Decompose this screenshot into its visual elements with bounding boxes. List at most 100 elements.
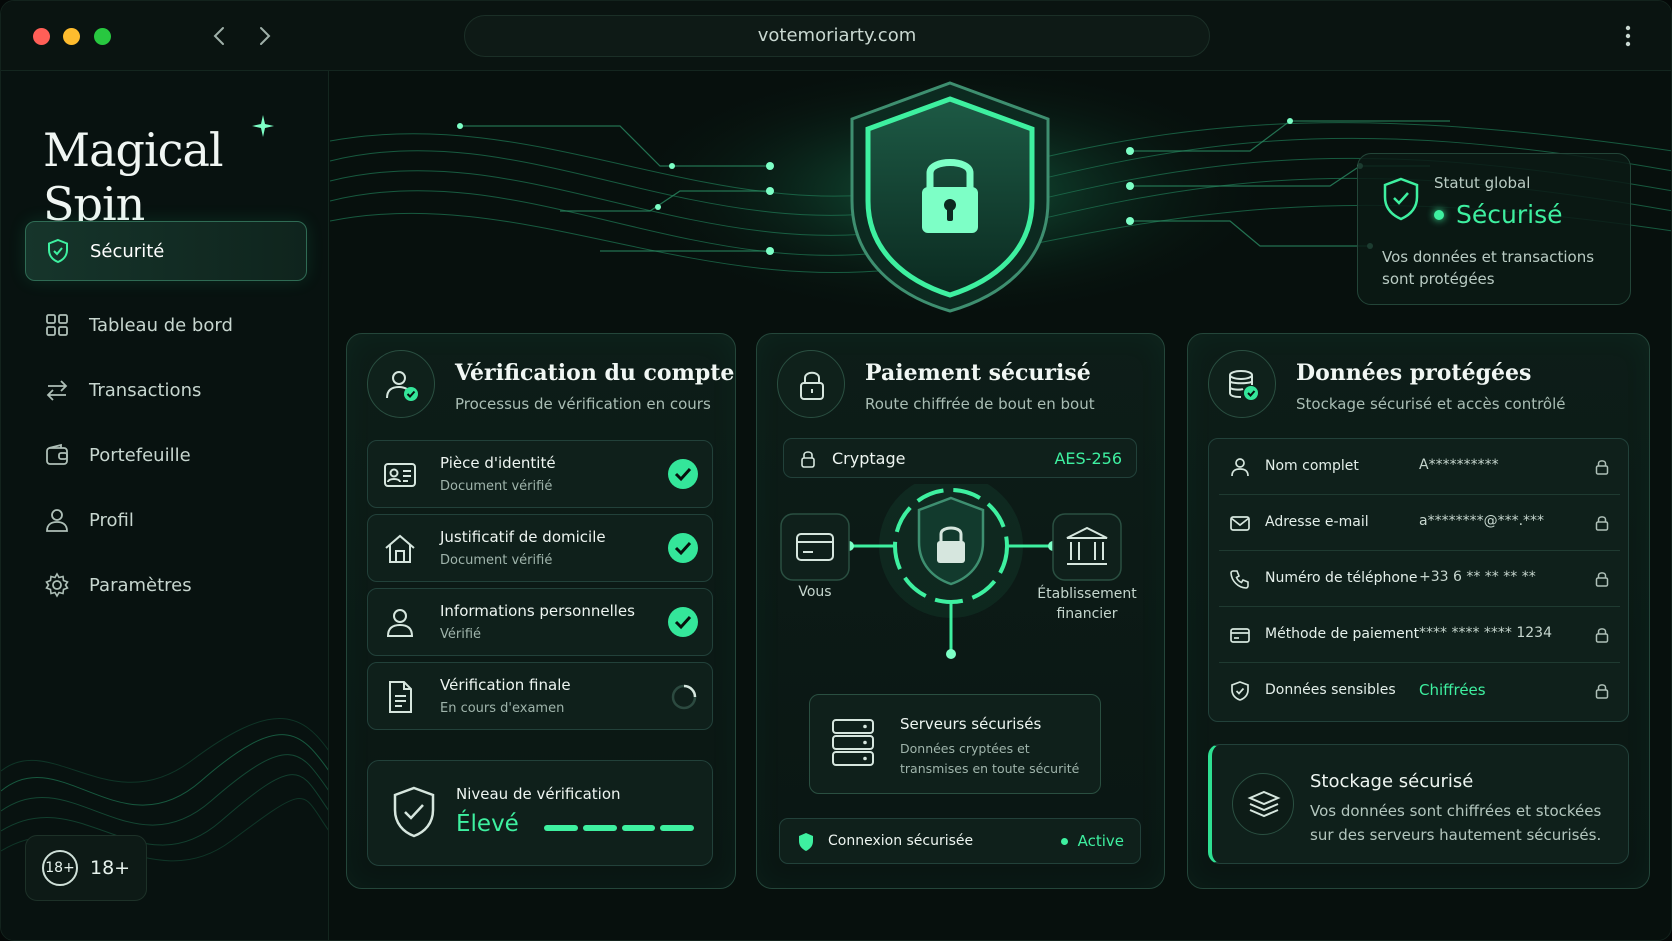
lock-icon [1595,572,1609,587]
mail-icon [1229,512,1251,534]
level-segment [582,825,617,831]
verification-row-address[interactable]: Justificatif de domicile Document vérifi… [367,514,713,582]
card-title: Vérification du compte [455,360,735,386]
protected-data-table: Nom complet A********** Adresse e-mail a… [1208,438,1629,722]
arrows-icon [43,376,71,404]
flow-label-bank: Établissement financier [1023,584,1151,624]
sidebar-item-parametres[interactable]: Paramètres [25,555,307,615]
data-row-sensitive: Données sensibles Chiffrées [1219,663,1620,719]
card-subtitle: Route chiffrée de bout en bout [865,395,1095,413]
row-title: Justificatif de domicile [440,528,606,546]
shield-icon [799,833,813,851]
encryption-label: Cryptage [832,449,906,468]
data-row-payment-method: Méthode de paiement **** **** **** 1234 [1219,607,1620,663]
sidebar-item-securite[interactable]: Sécurité [25,221,307,281]
lock-icon [1595,684,1609,699]
grid-icon [43,311,71,339]
minimize-window-button[interactable] [63,28,80,45]
database-icon [1208,350,1276,418]
home-icon [382,531,418,567]
browser-window: votemoriarty.com Magical Spin Sécurité T… [0,0,1672,941]
storage-title: Stockage sécurisé [1310,771,1474,792]
sidebar-item-tableau-de-bord[interactable]: Tableau de bord [25,295,307,355]
shield-check-icon [1383,177,1419,221]
verification-row-identity[interactable]: Pièce d'identité Document vérifié [367,440,713,508]
card-title: Données protégées [1296,360,1532,386]
user-icon [43,506,71,534]
row-status: En cours d'examen [440,701,565,716]
close-window-button[interactable] [33,28,50,45]
sidebar-item-label: Portefeuille [89,444,191,466]
address-bar[interactable]: votemoriarty.com [464,15,1210,57]
card-icon [1229,624,1251,646]
sidebar-item-profil[interactable]: Profil [25,490,307,550]
lock-icon [777,350,845,418]
back-button[interactable] [207,23,233,49]
sidebar: Magical Spin Sécurité Tableau de bord Tr… [1,71,329,940]
phone-icon [1229,568,1251,590]
verification-row-final[interactable]: Vérification finale En cours d'examen [367,662,713,730]
data-value: a********@***.*** [1419,513,1545,529]
status-dot-icon [1434,209,1444,220]
level-segment [544,825,578,831]
user-check-icon [367,350,435,418]
global-status-card: Statut global Sécurisé Vos données et tr… [1357,153,1631,305]
flow-label-bank-line2: financier [1056,606,1118,622]
sidebar-item-portefeuille[interactable]: Portefeuille [25,425,307,485]
shield-check-icon [1229,680,1251,702]
sidebar-item-label: Profil [89,509,134,531]
sidebar-item-transactions[interactable]: Transactions [25,360,307,420]
lock-icon [1595,628,1609,643]
verification-row-personal-info[interactable]: Informations personnelles Vérifié [367,588,713,656]
encryption-value: AES-256 [1054,449,1122,468]
lock-icon [1595,460,1609,475]
data-row-email: Adresse e-mail a********@***.*** [1219,495,1620,551]
flow-label-you: Vous [798,584,832,600]
shield-icon [44,237,72,265]
shield-check-icon [393,786,435,838]
loading-spinner-icon [671,684,697,710]
row-title: Vérification finale [440,676,571,694]
storage-description: Vos données sont chiffrées et stockées s… [1310,802,1602,844]
data-row-phone: Numéro de téléphone +33 6 ** ** ** ** [1219,551,1620,607]
status-description: Vos données et transactions sont protégé… [1382,248,1595,288]
browser-menu-button[interactable] [1619,23,1637,49]
sparkle-icon [252,115,274,137]
storage-stack-icon [1232,773,1294,835]
browser-titlebar: votemoriarty.com [1,1,1671,71]
level-segment [621,825,656,831]
level-value: Élevé [456,811,519,837]
secure-servers-box: Serveurs sécurisés Données cryptées et t… [809,694,1101,794]
age-circle-icon: 18+ [42,850,78,886]
chevron-left-icon [213,27,224,45]
row-status: Document vérifié [440,479,553,494]
connection-label: Connexion sécurisée [828,833,974,849]
row-title: Informations personnelles [440,602,635,620]
check-icon [668,533,698,563]
level-label: Niveau de vérification [456,785,621,803]
status-dot-icon [1060,837,1068,845]
servers-description: Données cryptées et transmises en toute … [900,741,1080,776]
gear-icon [43,571,71,599]
data-value: +33 6 ** ** ** ** [1419,569,1536,585]
lock-icon [801,451,815,468]
connection-status-text: Active [1077,832,1124,850]
check-icon [668,459,698,489]
document-icon [382,679,418,715]
row-status: Document vérifié [440,553,553,568]
encryption-row: Cryptage AES-256 [783,438,1137,478]
user-icon [1229,456,1251,478]
status-label: Statut global [1434,174,1531,192]
id-card-icon [382,457,418,493]
sidebar-item-label: Sécurité [90,240,165,262]
level-progress-bars [544,825,694,831]
data-label: Numéro de téléphone [1265,570,1418,586]
data-label: Adresse e-mail [1265,514,1369,530]
server-icon [832,719,874,766]
chevron-right-icon [260,27,271,45]
age-restriction-badge: 18+ 18+ [25,835,147,901]
forward-button[interactable] [251,23,277,49]
app-logo[interactable]: Magical Spin [43,123,328,231]
maximize-window-button[interactable] [94,28,111,45]
connection-status: Active [1060,832,1124,850]
